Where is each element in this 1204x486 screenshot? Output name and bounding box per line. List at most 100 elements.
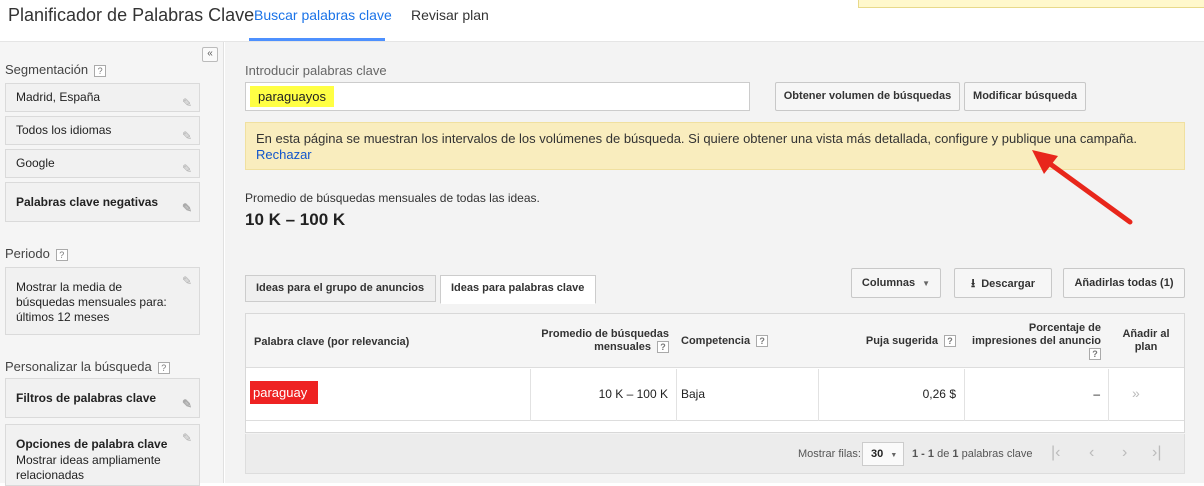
customize-title: Personalizar la búsqueda? [5,359,170,374]
average-label: Promedio de búsquedas mensuales de todas… [245,191,540,205]
period-title-text: Periodo [5,246,50,261]
sidebar-item-keyword-options[interactable]: Opciones de palabra clave Mostrar ideas … [5,424,200,486]
help-icon[interactable]: ? [55,248,68,261]
sidebar: « Segmentación? Madrid, España ✎ Todos l… [0,42,224,486]
competition-cell: Baja [681,387,706,401]
column-divider [818,369,819,421]
download-icon: ⭳ [970,276,976,290]
next-page-icon[interactable]: › [1122,444,1127,462]
table-header: Palabra clave (por relevancia) Promedio … [246,314,1184,368]
rows-label: Mostrar filas: [798,448,861,460]
pencil-icon[interactable]: ✎ [182,90,192,117]
sidebar-item-location-label: Madrid, España [16,90,101,104]
previous-page-icon[interactable]: ‹ [1089,444,1094,462]
help-icon[interactable]: ? [157,361,170,374]
sidebar-item-location[interactable]: Madrid, España ✎ [5,83,200,112]
arrow-head [1032,150,1058,174]
help-icon[interactable]: ? [1089,348,1101,361]
col-keyword-header[interactable]: Palabra clave (por relevancia) [254,336,409,349]
pencil-icon[interactable]: ✎ [182,123,192,150]
first-page-icon[interactable]: |‹ [1051,444,1060,462]
pagination-range: 1 - 1 de 1 palabras clave [912,448,1033,460]
avg-searches-cell: 10 K – 100 K [598,387,668,401]
column-divider [530,369,531,421]
keyword-input[interactable]: paraguayos [245,82,750,111]
col-competition-header[interactable]: Competencia? [681,335,769,348]
last-page-icon[interactable]: ›| [1152,444,1161,462]
col-avg-searches-line1: Promedio de búsquedas [541,328,669,340]
pencil-icon[interactable]: ✎ [182,156,192,183]
range-bold: 1 - 1 [912,448,935,460]
customize-title-text: Personalizar la búsqueda [5,359,152,374]
col-suggested-bid-header[interactable]: Puja sugerida? [836,335,956,348]
col-suggested-bid-label: Puja sugerida [865,335,938,347]
pencil-icon[interactable]: ✎ [182,189,192,227]
period-title: Periodo? [5,246,68,261]
help-icon[interactable]: ? [94,64,107,77]
period-text: Mostrar la media de búsquedas mensuales … [16,280,167,324]
range-suffix: palabras clave [961,448,1033,460]
col-add-line2: plan [1134,341,1158,353]
modify-search-button[interactable]: Modificar búsqueda [964,82,1086,111]
sidebar-item-negative-keywords[interactable]: Palabras clave negativas ✎ [5,182,200,222]
sidebar-item-keyword-filters[interactable]: Filtros de palabras clave ✎ [5,378,200,418]
app-title: Planificador de Palabras Clave [8,5,255,25]
tab-keyword-ideas[interactable]: Ideas para palabras clave [440,275,596,304]
range-total: 1 [952,448,959,460]
tab-revisar-plan[interactable]: Revisar plan [411,7,489,23]
dropdown-arrow-icon: ▼ [922,279,931,288]
col-impression-line2: impresiones del anuncio [972,335,1101,347]
segmentation-title: Segmentación? [5,62,107,77]
average-value: 10 K – 100 K [245,210,346,229]
active-tab-indicator [249,38,385,41]
col-competition-label: Competencia [681,335,751,347]
columns-button[interactable]: Columnas ▼ [851,268,941,298]
column-divider [676,369,677,421]
impression-share-cell: – [1093,387,1100,401]
suggested-bid-cell: 0,26 $ [922,387,956,401]
tab-buscar-palabras-clave[interactable]: Buscar palabras clave [254,7,392,23]
keyword-cell[interactable]: paraguay [250,381,318,404]
col-avg-searches-header[interactable]: Promedio de búsquedas mensuales? [534,328,669,354]
col-add-line1: Añadir al [1122,328,1170,340]
col-impression-share-header[interactable]: Porcentaje de impresiones del anuncio ? [966,322,1101,361]
add-all-button[interactable]: Añadirlas todas (1) [1063,268,1185,298]
col-avg-searches-line2: mensuales [594,341,651,353]
help-icon[interactable]: ? [657,341,669,354]
sidebar-item-negative-keywords-label: Palabras clave negativas [16,195,159,209]
keyword-options-title: Opciones de palabra clave [16,437,168,451]
sidebar-item-language-label: Todos los idiomas [16,123,112,137]
segmentation-title-text: Segmentación [5,62,89,77]
sidebar-item-period[interactable]: Mostrar la media de búsquedas mensuales … [5,267,200,335]
main-panel: Introducir palabras clave paraguayos Obt… [225,42,1204,483]
col-impression-line1: Porcentaje de [1028,322,1101,334]
col-add-to-plan-header: Añadir al plan [1116,328,1176,354]
sidebar-item-network[interactable]: Google ✎ [5,149,200,178]
pencil-icon[interactable]: ✎ [182,385,192,423]
collapse-sidebar-button[interactable]: « [202,47,218,62]
help-icon[interactable]: ? [944,335,956,348]
range-of: de [937,448,950,460]
pencil-icon[interactable]: ✎ [182,274,192,289]
download-button[interactable]: ⭳ Descargar [954,268,1052,298]
annotation-arrow-icon [1032,150,1133,225]
sidebar-item-network-label: Google [16,156,55,170]
columns-label: Columnas [861,277,916,289]
sidebar-item-language[interactable]: Todos los idiomas ✎ [5,116,200,145]
column-divider [1108,369,1109,421]
add-to-plan-icon[interactable]: » [1132,385,1140,401]
rows-per-page-select[interactable]: 30 ▼ [862,442,904,466]
column-divider [964,369,965,421]
help-icon[interactable]: ? [756,335,769,348]
dropdown-arrow-icon: ▼ [890,452,898,459]
notification-bar [858,0,1204,8]
get-search-volume-button[interactable]: Obtener volumen de búsquedas [775,82,960,111]
pencil-icon[interactable]: ✎ [182,431,192,446]
keyword-table: Palabra clave (por relevancia) Promedio … [245,313,1185,433]
table-row: paraguay 10 K – 100 K Baja 0,26 $ – » [246,369,1184,421]
keyword-filters-label: Filtros de palabras clave [16,391,157,405]
top-header: Planificador de Palabras Clave Buscar pa… [0,0,1204,42]
keyword-tag: paraguayos [250,86,334,107]
keyword-options-text: Mostrar ideas ampliamente relacionadas [16,453,161,482]
tab-ad-group-ideas[interactable]: Ideas para el grupo de anuncios [245,275,436,302]
